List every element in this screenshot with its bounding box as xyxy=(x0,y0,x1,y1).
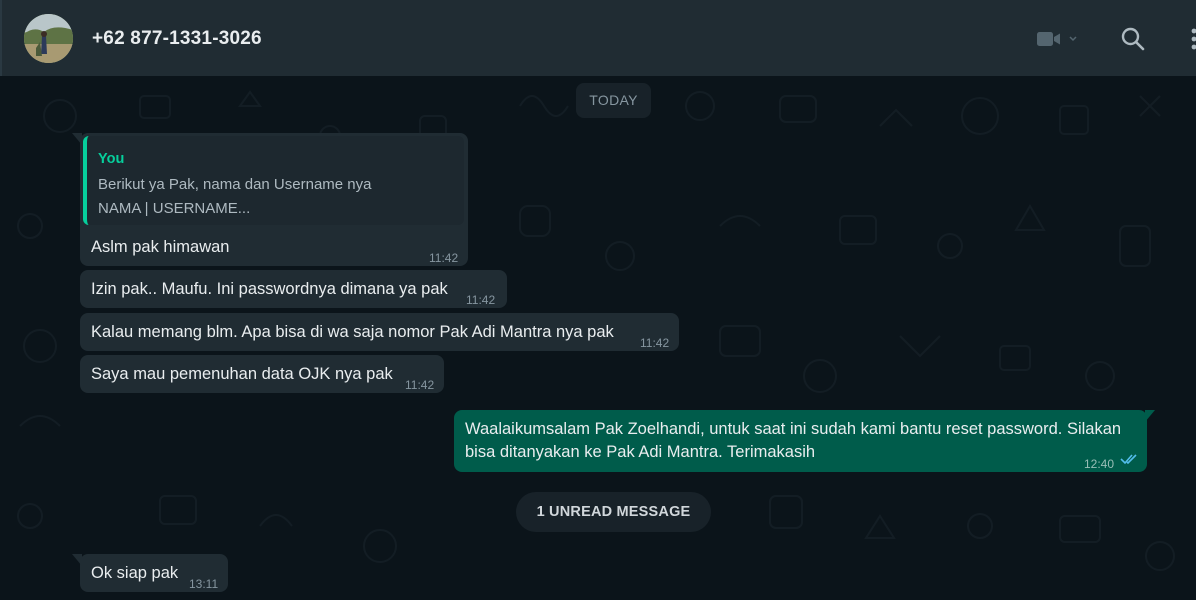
message-text: Izin pak.. Maufu. Ini passwordnya dimana… xyxy=(91,280,448,298)
message-time: 11:42 xyxy=(429,251,459,265)
video-call-button[interactable] xyxy=(1036,26,1088,52)
more-menu-icon xyxy=(1191,28,1196,50)
message-time: 11:42 xyxy=(466,293,496,307)
bubble-tail xyxy=(72,133,82,145)
search-icon xyxy=(1121,27,1145,51)
date-divider: TODAY xyxy=(576,83,651,118)
unread-divider: 1 UNREAD MESSAGE xyxy=(516,492,711,532)
message-bubble-outgoing[interactable]: Waalaikumsalam Pak Zoelhandi, untuk saat… xyxy=(454,410,1155,472)
message-bubble-incoming[interactable]: Kalau memang blm. Apa bisa di wa saja no… xyxy=(80,313,679,351)
avatar-photo xyxy=(24,14,73,63)
message-text: Ok siap pak xyxy=(91,564,179,582)
message-text: Waalaikumsalam Pak Zoelhandi, untuk saat… xyxy=(465,420,1122,438)
chat-header: +62 877-1331-3026 xyxy=(0,0,1196,76)
message-text: Kalau memang blm. Apa bisa di wa saja no… xyxy=(91,323,614,341)
more-menu-button[interactable] xyxy=(1186,26,1196,54)
bubble-tail xyxy=(72,554,82,566)
message-text: Saya mau pemenuhan data OJK nya pak xyxy=(91,365,393,383)
message-text: bisa ditanyakan ke Pak Adi Mantra. Terim… xyxy=(465,443,816,461)
message-text: Aslm pak himawan xyxy=(91,238,230,256)
bubble-tail xyxy=(1145,410,1155,422)
message-bubble-incoming[interactable]: Izin pak.. Maufu. Ini passwordnya dimana… xyxy=(80,270,507,308)
avatar[interactable] xyxy=(24,14,73,63)
quoted-author: You xyxy=(98,151,125,167)
quoted-text-line: Berikut ya Pak, nama dan Username nya xyxy=(98,176,372,193)
message-time: 12:40 xyxy=(1084,457,1115,471)
message-time: 11:42 xyxy=(405,378,435,392)
message-time: 13:11 xyxy=(189,577,219,591)
video-call-icon xyxy=(1037,32,1060,46)
message-bubble-incoming[interactable]: You Berikut ya Pak, nama dan Username ny… xyxy=(72,133,468,266)
read-receipt-icon xyxy=(1120,454,1137,465)
message-bubble-incoming[interactable]: Saya mau pemenuhan data OJK nya pak 11:4… xyxy=(80,355,444,393)
conversation-panel[interactable]: TODAY You Berikut ya Pak, nama dan Usern… xyxy=(0,76,1196,600)
message-time: 11:42 xyxy=(640,336,670,350)
search-button[interactable] xyxy=(1120,26,1146,52)
contact-name[interactable]: +62 877-1331-3026 xyxy=(92,28,262,50)
quoted-message[interactable]: You Berikut ya Pak, nama dan Username ny… xyxy=(83,136,464,225)
chevron-down-icon xyxy=(1069,36,1077,42)
message-bubble-incoming[interactable]: Ok siap pak 13:11 xyxy=(72,554,228,592)
quoted-text-line: NAMA | USERNAME... xyxy=(98,200,251,217)
